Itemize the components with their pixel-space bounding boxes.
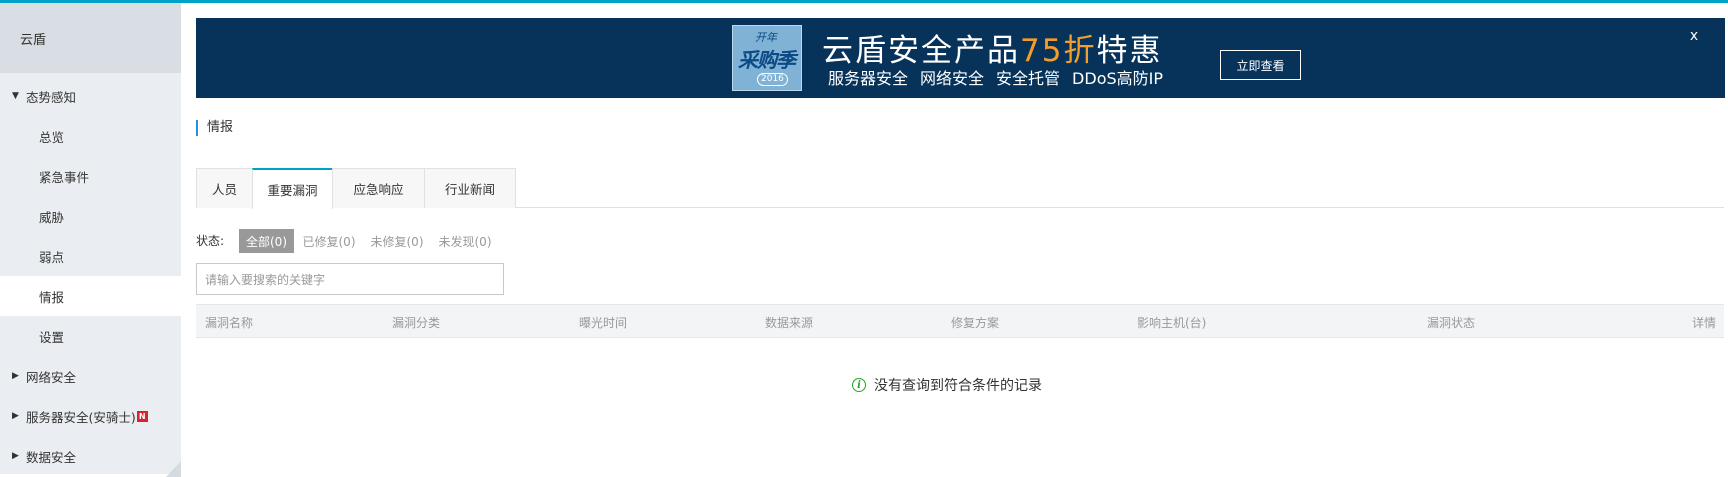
tab-industry-news[interactable]: 行业新闻 [424,168,516,208]
search-input[interactable]: 请输入要搜索的关键字 [196,263,504,295]
promo-banner: 开年 采购季 2016 云盾安全产品75折特惠 服务器安全 网络安全 安全托管 DDo… [196,18,1725,98]
sidebar-item-overview[interactable]: 总览 [0,116,181,156]
sidebar: 云盾 ▼ 态势感知 总览 紧急事件 威胁 弱点 情报 设置 ▶ 网络安全 ▶ 服… [0,3,181,477]
sidebar-item-threats[interactable]: 威胁 [0,196,181,236]
sidebar-item-label: 威胁 [39,209,65,225]
sidebar-title: 云盾 [0,3,181,73]
column-header: 详情 [1692,316,1717,330]
sidebar-title-text: 云盾 [20,32,47,48]
column-header: 曝光时间 [579,316,628,330]
banner-headline-highlight: 75折 [1020,33,1097,69]
sidebar-item-label: 设置 [39,329,65,345]
caret-down-icon: ▼ [12,91,19,101]
sidebar-group-label: 服务器安全(安骑士) [26,409,136,425]
caret-right-icon: ▶ [12,371,19,381]
info-icon: i [852,378,866,392]
banner-subtitle: 服务器安全 网络安全 安全托管 DDoS高防IP [828,65,1175,89]
sidebar-item-settings[interactable]: 设置 [0,316,181,356]
sidebar-group-server-security[interactable]: ▶ 服务器安全(安骑士) N [0,396,181,436]
sidebar-item-label: 总览 [39,129,65,145]
table-header: 漏洞名称 漏洞分类 曝光时间 数据来源 修复方案 影响主机(台) 漏洞状态 详情 [196,304,1724,338]
promo-image-year: 2016 [757,73,788,86]
banner-subtitle-item: 安全托管 [996,69,1061,88]
column-header: 漏洞状态 [1427,316,1476,330]
sidebar-group-data-security[interactable]: ▶ 数据安全 [0,436,181,476]
promo-image-line2: 采购季 [738,48,796,72]
sidebar-group-situational-awareness[interactable]: ▼ 态势感知 [0,76,181,116]
tab-important-vulnerabilities[interactable]: 重要漏洞 [252,168,333,209]
column-header: 修复方案 [951,316,1000,330]
sidebar-group-label: 数据安全 [26,449,77,465]
filter-not-found[interactable]: 未发现(0) [435,229,495,253]
top-accent-bar [0,0,1728,3]
close-icon[interactable]: x [1687,28,1701,44]
promo-image-line1: 开年 [755,31,777,44]
banner-headline-prefix: 云盾安全产品 [822,33,1020,69]
column-header: 漏洞名称 [205,316,254,330]
sidebar-item-emergencies[interactable]: 紧急事件 [0,156,181,196]
empty-state-message: 没有查询到符合条件的记录 [874,378,1042,394]
filter-unfixed[interactable]: 未修复(0) [367,229,427,253]
sidebar-item-weaknesses[interactable]: 弱点 [0,236,181,276]
column-header: 数据来源 [765,316,814,330]
filter-all[interactable]: 全部(0) [239,229,294,253]
column-header: 漏洞分类 [392,316,441,330]
sidebar-item-label: 情报 [39,289,65,305]
banner-subtitle-item: 服务器安全 [828,69,909,88]
empty-state: i 没有查询到符合条件的记录 [852,375,1042,395]
banner-subtitle-item: 网络安全 [920,69,985,88]
sidebar-group-network-security[interactable]: ▶ 网络安全 [0,356,181,396]
column-header: 影响主机(台) [1137,316,1207,330]
banner-headline-suffix: 特惠 [1096,33,1163,69]
tab-personnel[interactable]: 人员 [196,168,253,208]
filter-fixed[interactable]: 已修复(0) [299,229,359,253]
sidebar-group-label: 态势感知 [26,89,77,105]
banner-subtitle-item: DDoS高防IP [1072,69,1164,88]
caret-right-icon: ▶ [12,451,19,461]
sidebar-item-intelligence[interactable]: 情报 [0,276,181,316]
sidebar-group-label: 网络安全 [26,369,77,385]
sidebar-item-label: 弱点 [39,249,65,265]
tab-emergency-response[interactable]: 应急响应 [332,168,425,208]
view-now-button[interactable]: 立即查看 [1220,50,1301,80]
status-filter-label: 状态: [196,234,225,248]
banner-headline: 云盾安全产品75折特惠 [822,25,1162,70]
page-title: 情报 [196,120,233,136]
new-badge: N [136,410,148,422]
promo-image: 开年 采购季 2016 [732,25,802,91]
sidebar-item-label: 紧急事件 [39,169,90,185]
caret-right-icon: ▶ [12,411,19,421]
